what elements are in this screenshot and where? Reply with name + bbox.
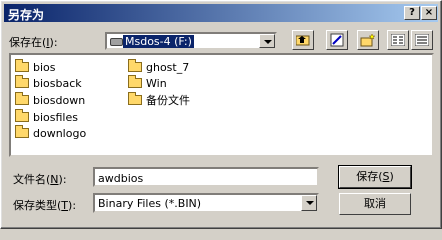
list-item[interactable]: downlogo [15, 125, 86, 141]
save-in-label: 保存在(I): [9, 36, 58, 49]
folder-icon [15, 75, 29, 88]
save-button[interactable]: 保存(S) [338, 165, 412, 189]
folder-icon [128, 75, 142, 88]
up-folder-icon [296, 35, 310, 46]
save-as-dialog: 另存为 ? × 保存在(I): Msdos-4 (F:) bios biosba… [0, 0, 442, 229]
save-in-combobox[interactable]: Msdos-4 (F:) [105, 32, 277, 50]
list-view-button[interactable] [387, 30, 409, 50]
up-folder-button[interactable] [292, 30, 314, 50]
folder-icon [15, 109, 29, 122]
list-item[interactable]: ghost_7 [128, 59, 189, 75]
list-item[interactable]: biosback [15, 75, 82, 91]
new-folder-button[interactable] [357, 30, 379, 50]
desktop-button[interactable] [326, 30, 348, 50]
help-button[interactable]: ? [404, 6, 420, 20]
filetype-label: 保存类型(T): [13, 199, 77, 212]
list-item[interactable]: biosfiles [15, 109, 78, 125]
details-view-button[interactable] [411, 30, 433, 50]
close-button[interactable]: × [421, 6, 437, 20]
list-item[interactable]: bios [15, 59, 56, 75]
cancel-button[interactable]: 取消 [339, 193, 411, 215]
chevron-down-icon[interactable] [301, 195, 317, 211]
filename-label: 文件名(N): [13, 173, 67, 186]
details-view-icon [415, 34, 429, 46]
folder-icon [128, 92, 142, 105]
filename-value: awdbios [98, 172, 144, 185]
filename-input[interactable]: awdbios [93, 167, 319, 187]
folder-icon [15, 59, 29, 72]
dialog-title: 另存为 [8, 8, 45, 22]
folder-icon [15, 125, 29, 138]
desktop-icon [330, 33, 344, 47]
filetype-combobox[interactable]: Binary Files (*.BIN) [93, 193, 319, 213]
list-item[interactable]: 备份文件 [128, 92, 190, 108]
filetype-value: Binary Files (*.BIN) [98, 197, 202, 210]
new-folder-icon [360, 33, 376, 47]
save-in-value: Msdos-4 (F:) [123, 35, 194, 48]
file-list[interactable]: bios biosback biosdown biosfiles downlog… [9, 53, 434, 157]
list-item[interactable]: Win [128, 75, 167, 91]
folder-icon [128, 59, 142, 72]
chevron-down-icon[interactable] [259, 34, 275, 48]
folder-icon [15, 92, 29, 105]
drive-icon [110, 38, 123, 46]
title-bar: 另存为 ? × [4, 4, 438, 22]
list-view-icon [391, 34, 405, 46]
list-item[interactable]: biosdown [15, 92, 85, 108]
